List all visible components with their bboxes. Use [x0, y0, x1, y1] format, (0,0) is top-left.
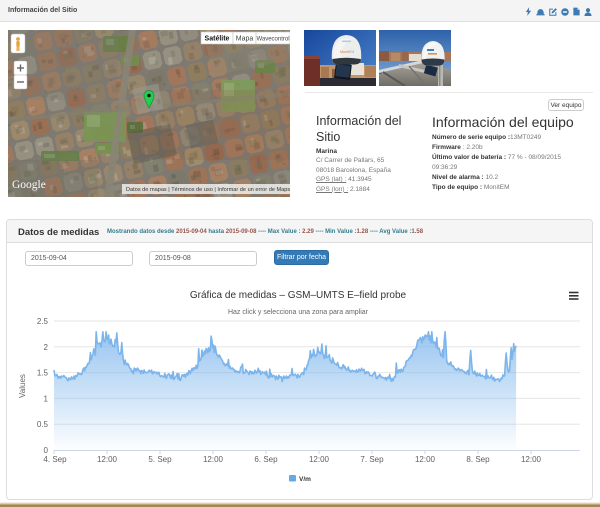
- svg-text:12:00: 12:00: [415, 455, 436, 464]
- svg-text:7. Sep: 7. Sep: [360, 455, 384, 464]
- svg-text:4. Sep: 4. Sep: [43, 455, 67, 464]
- svg-text:5. Sep: 5. Sep: [148, 455, 172, 464]
- svg-text:V/m: V/m: [299, 476, 311, 483]
- svg-text:1: 1: [44, 394, 49, 403]
- svg-text:Wavecontrol: Wavecontrol: [256, 37, 289, 43]
- svg-text:12:00: 12:00: [97, 455, 118, 464]
- svg-text:Mapa: Mapa: [236, 36, 254, 43]
- svg-text:MonitEM: MonitEM: [340, 50, 354, 54]
- svg-text:6. Sep: 6. Sep: [254, 455, 278, 464]
- svg-text:2: 2: [44, 343, 49, 352]
- svg-text:2.5: 2.5: [37, 317, 49, 326]
- svg-text:0: 0: [44, 446, 49, 455]
- svg-text:12:00: 12:00: [521, 455, 542, 464]
- svg-text:Google: Google: [12, 179, 46, 191]
- svg-text:12:00: 12:00: [309, 455, 330, 464]
- svg-text:0.5: 0.5: [37, 420, 49, 429]
- svg-text:Satélite: Satélite: [205, 36, 230, 43]
- svg-text:Gráfica de medidas – GSM–UMTS: Gráfica de medidas – GSM–UMTS E–field pr…: [190, 290, 407, 301]
- svg-text:8. Sep: 8. Sep: [466, 455, 490, 464]
- svg-text:Haz click y selecciona una zon: Haz click y selecciona una zona para amp…: [228, 309, 369, 316]
- svg-text:1.5: 1.5: [37, 369, 49, 378]
- svg-text:Values: Values: [18, 374, 27, 398]
- svg-text:Datos de mapas | Términos de u: Datos de mapas | Términos de uso | Infor…: [126, 187, 290, 193]
- svg-text:12:00: 12:00: [203, 455, 224, 464]
